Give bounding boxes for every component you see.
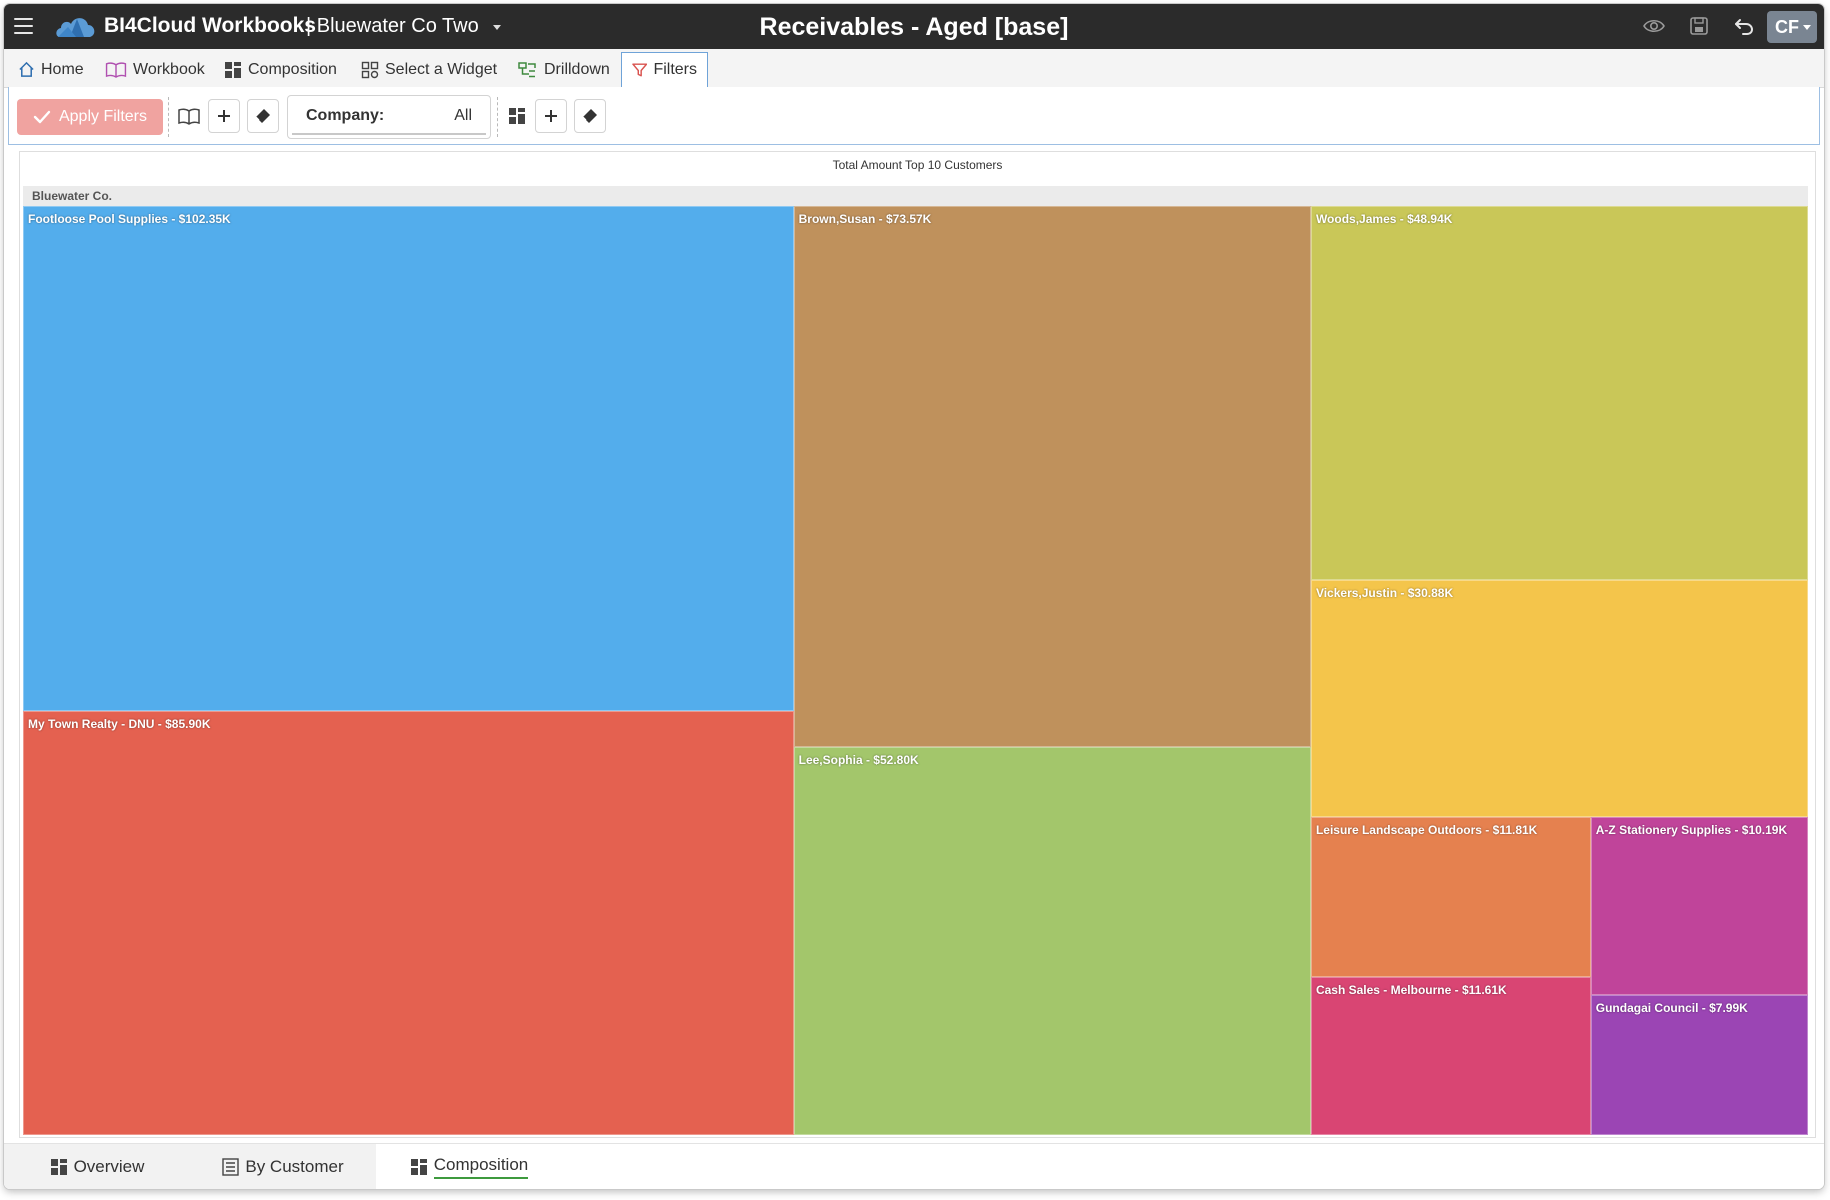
apply-filters-button[interactable]: Apply Filters	[17, 99, 163, 135]
grid-icon	[225, 61, 241, 78]
company-filter[interactable]: Company: All	[287, 95, 491, 139]
treemap-cell-label: My Town Realty - DNU - $85.90K	[28, 717, 211, 732]
tab-label: Composition	[433, 1155, 529, 1179]
treemap-group-label: Bluewater Co.	[23, 186, 1808, 206]
tab-label: By Customer	[245, 1157, 344, 1176]
grid-icon	[50, 1159, 67, 1175]
apply-filters-label: Apply Filters	[58, 108, 148, 125]
company-filter-underline	[292, 133, 486, 135]
treemap-area: Footloose Pool Supplies - $102.35K My Tow…	[23, 206, 1808, 1135]
treemap-cell-label: A-Z Stationery Supplies - $10.19K	[1595, 822, 1788, 837]
treemap-cell-label: Gundagai Council - $7.99K	[1595, 1001, 1748, 1016]
user-avatar[interactable]: CF	[1767, 11, 1817, 43]
eraser-icon	[255, 109, 270, 123]
app-brand: BI4Cloud Workbooks	[104, 14, 316, 37]
filters-toolbar: Apply Filters Company: All	[8, 87, 1820, 145]
treemap-cell-label: Cash Sales - Melbourne - $11.61K	[1315, 983, 1507, 998]
treemap-cell-label: Leisure Landscape Outdoors - $11.81K	[1315, 822, 1538, 837]
widget-icon	[361, 61, 379, 78]
plus-icon	[218, 110, 230, 122]
list-icon	[222, 1158, 240, 1176]
book-icon[interactable]	[174, 99, 204, 133]
chevron-down-icon[interactable]	[493, 25, 501, 30]
treemap-cell-label: Footloose Pool Supplies - $102.35K	[28, 212, 231, 226]
plus-icon	[545, 110, 557, 122]
cloud-logo-icon	[56, 18, 95, 37]
book-icon	[105, 62, 127, 78]
menu-icon[interactable]	[14, 18, 33, 35]
toolbar-divider	[168, 97, 169, 137]
tab-label: Workbook	[133, 60, 205, 78]
treemap-cell[interactable]: Leisure Landscape Outdoors - $11.81K	[1310, 816, 1591, 978]
tab-select-widget[interactable]: Select a Widget	[361, 52, 497, 87]
tab-home[interactable]: Home	[18, 52, 84, 87]
undo-icon[interactable]	[1732, 14, 1756, 38]
treemap-cell[interactable]: Brown,Susan - $73.57K	[793, 206, 1311, 747]
treemap-cell-label: Woods,James - $48.94K	[1315, 212, 1453, 226]
treemap-cell[interactable]: My Town Realty - DNU - $85.90K	[23, 711, 794, 1135]
tab-label: Drilldown	[544, 60, 610, 78]
ribbon-tabs: Home Workbook Composition Select a Widge…	[4, 49, 1824, 88]
add-widget-filter-button[interactable]	[535, 99, 567, 133]
checkmark-icon	[33, 110, 51, 124]
grid-icon[interactable]	[502, 99, 532, 133]
company-filter-label: Company:	[306, 107, 385, 124]
bottom-tabs: Overview By Customer Composition	[4, 1143, 1824, 1189]
tab-filters[interactable]: Filters	[621, 52, 708, 87]
app-window: BI4Cloud Workbooks | Bluewater Co Two Re…	[4, 4, 1824, 1189]
tab-composition-bottom[interactable]: Composition	[376, 1144, 562, 1189]
tab-label: Overview	[73, 1157, 145, 1176]
home-icon	[19, 61, 34, 77]
chevron-down-icon	[1803, 25, 1811, 30]
treemap-cell[interactable]: A-Z Stationery Supplies - $10.19K	[1590, 816, 1808, 996]
add-filter-button[interactable]	[208, 99, 240, 133]
tab-label: Composition	[248, 60, 337, 78]
drilldown-icon	[518, 61, 536, 77]
avatar-initials: CF	[1775, 17, 1799, 37]
filter-icon	[632, 63, 648, 77]
top-bar: BI4Cloud Workbooks | Bluewater Co Two Re…	[4, 4, 1824, 49]
treemap-cell[interactable]: Gundagai Council - $7.99K	[1590, 995, 1808, 1135]
tab-by-customer[interactable]: By Customer	[190, 1144, 376, 1189]
company-filter-value: All	[454, 107, 472, 124]
tab-drilldown[interactable]: Drilldown	[518, 52, 610, 87]
grid-icon	[410, 1159, 427, 1175]
clear-widget-filter-button[interactable]	[574, 99, 606, 133]
treemap-cell[interactable]: Footloose Pool Supplies - $102.35K	[23, 206, 794, 712]
clear-filter-button[interactable]	[247, 99, 279, 133]
toolbar-divider	[497, 97, 498, 137]
tab-overview[interactable]: Overview	[4, 1144, 190, 1189]
treemap-cell-label: Vickers,Justin - $30.88K	[1315, 586, 1454, 601]
treemap-widget: Total Amount Top 10 Customers Bluewater …	[19, 151, 1816, 1138]
tab-label: Filters	[653, 61, 697, 78]
widget-title: Total Amount Top 10 Customers	[832, 158, 1003, 172]
eraser-icon	[582, 109, 597, 123]
tab-label: Home	[41, 60, 84, 78]
treemap-cell-label: Brown,Susan - $73.57K	[798, 212, 932, 226]
org-selector[interactable]: | Bluewater Co Two	[306, 15, 479, 38]
tab-label: Select a Widget	[385, 60, 498, 78]
treemap-cell[interactable]: Lee,Sophia - $52.80K	[793, 746, 1311, 1135]
treemap-cell[interactable]: Vickers,Justin - $30.88K	[1310, 580, 1808, 817]
save-icon[interactable]	[1687, 14, 1711, 38]
tab-composition[interactable]: Composition	[224, 52, 337, 87]
treemap-cell[interactable]: Woods,James - $48.94K	[1310, 206, 1808, 581]
treemap-cell[interactable]: Cash Sales - Melbourne - $11.61K	[1310, 977, 1591, 1135]
preview-eye-icon[interactable]	[1642, 14, 1666, 38]
treemap-cell-label: Lee,Sophia - $52.80K	[798, 752, 919, 767]
tab-workbook[interactable]: Workbook	[105, 52, 205, 87]
